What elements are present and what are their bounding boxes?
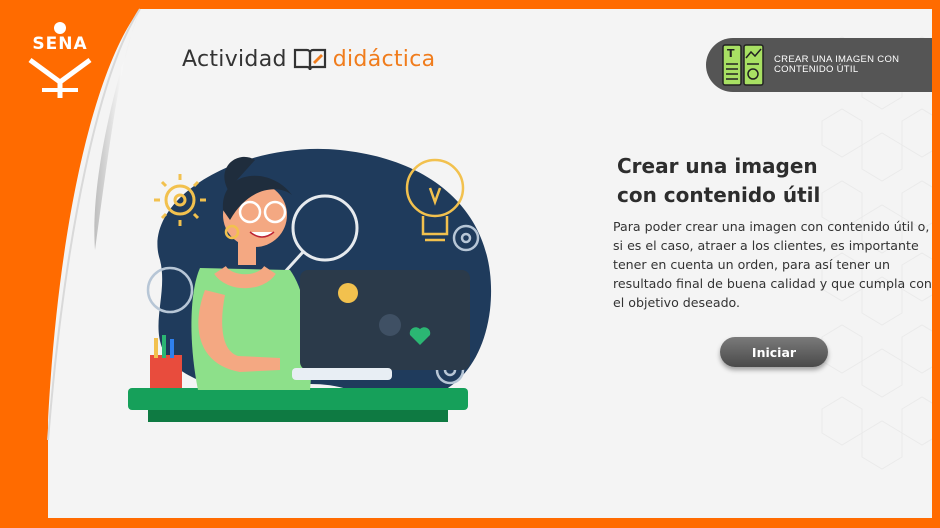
start-button[interactable]: Iniciar bbox=[720, 337, 828, 367]
content-panel: Crear una imagen con contenido útil Para… bbox=[48, 9, 932, 518]
sena-logo bbox=[28, 22, 92, 98]
open-book-icon bbox=[293, 48, 326, 71]
activity-badge: T CREAR UNA IMAGEN CON CONTENIDO ÚTIL bbox=[706, 38, 932, 92]
badge-label: CREAR UNA IMAGEN CON CONTENIDO ÚTIL bbox=[774, 54, 900, 75]
header-word-activity: Actividad bbox=[182, 46, 287, 72]
svg-text:T: T bbox=[727, 47, 735, 60]
activity-header: Actividad didáctica bbox=[182, 42, 435, 76]
description-text: Para poder crear una imagen con contenid… bbox=[613, 219, 932, 310]
infographic-icon: T bbox=[722, 44, 764, 86]
page-title: Crear una imagen con contenido útil bbox=[617, 154, 821, 207]
header-word-didactic: didáctica bbox=[332, 46, 436, 72]
logo-text: SENA bbox=[32, 34, 88, 54]
